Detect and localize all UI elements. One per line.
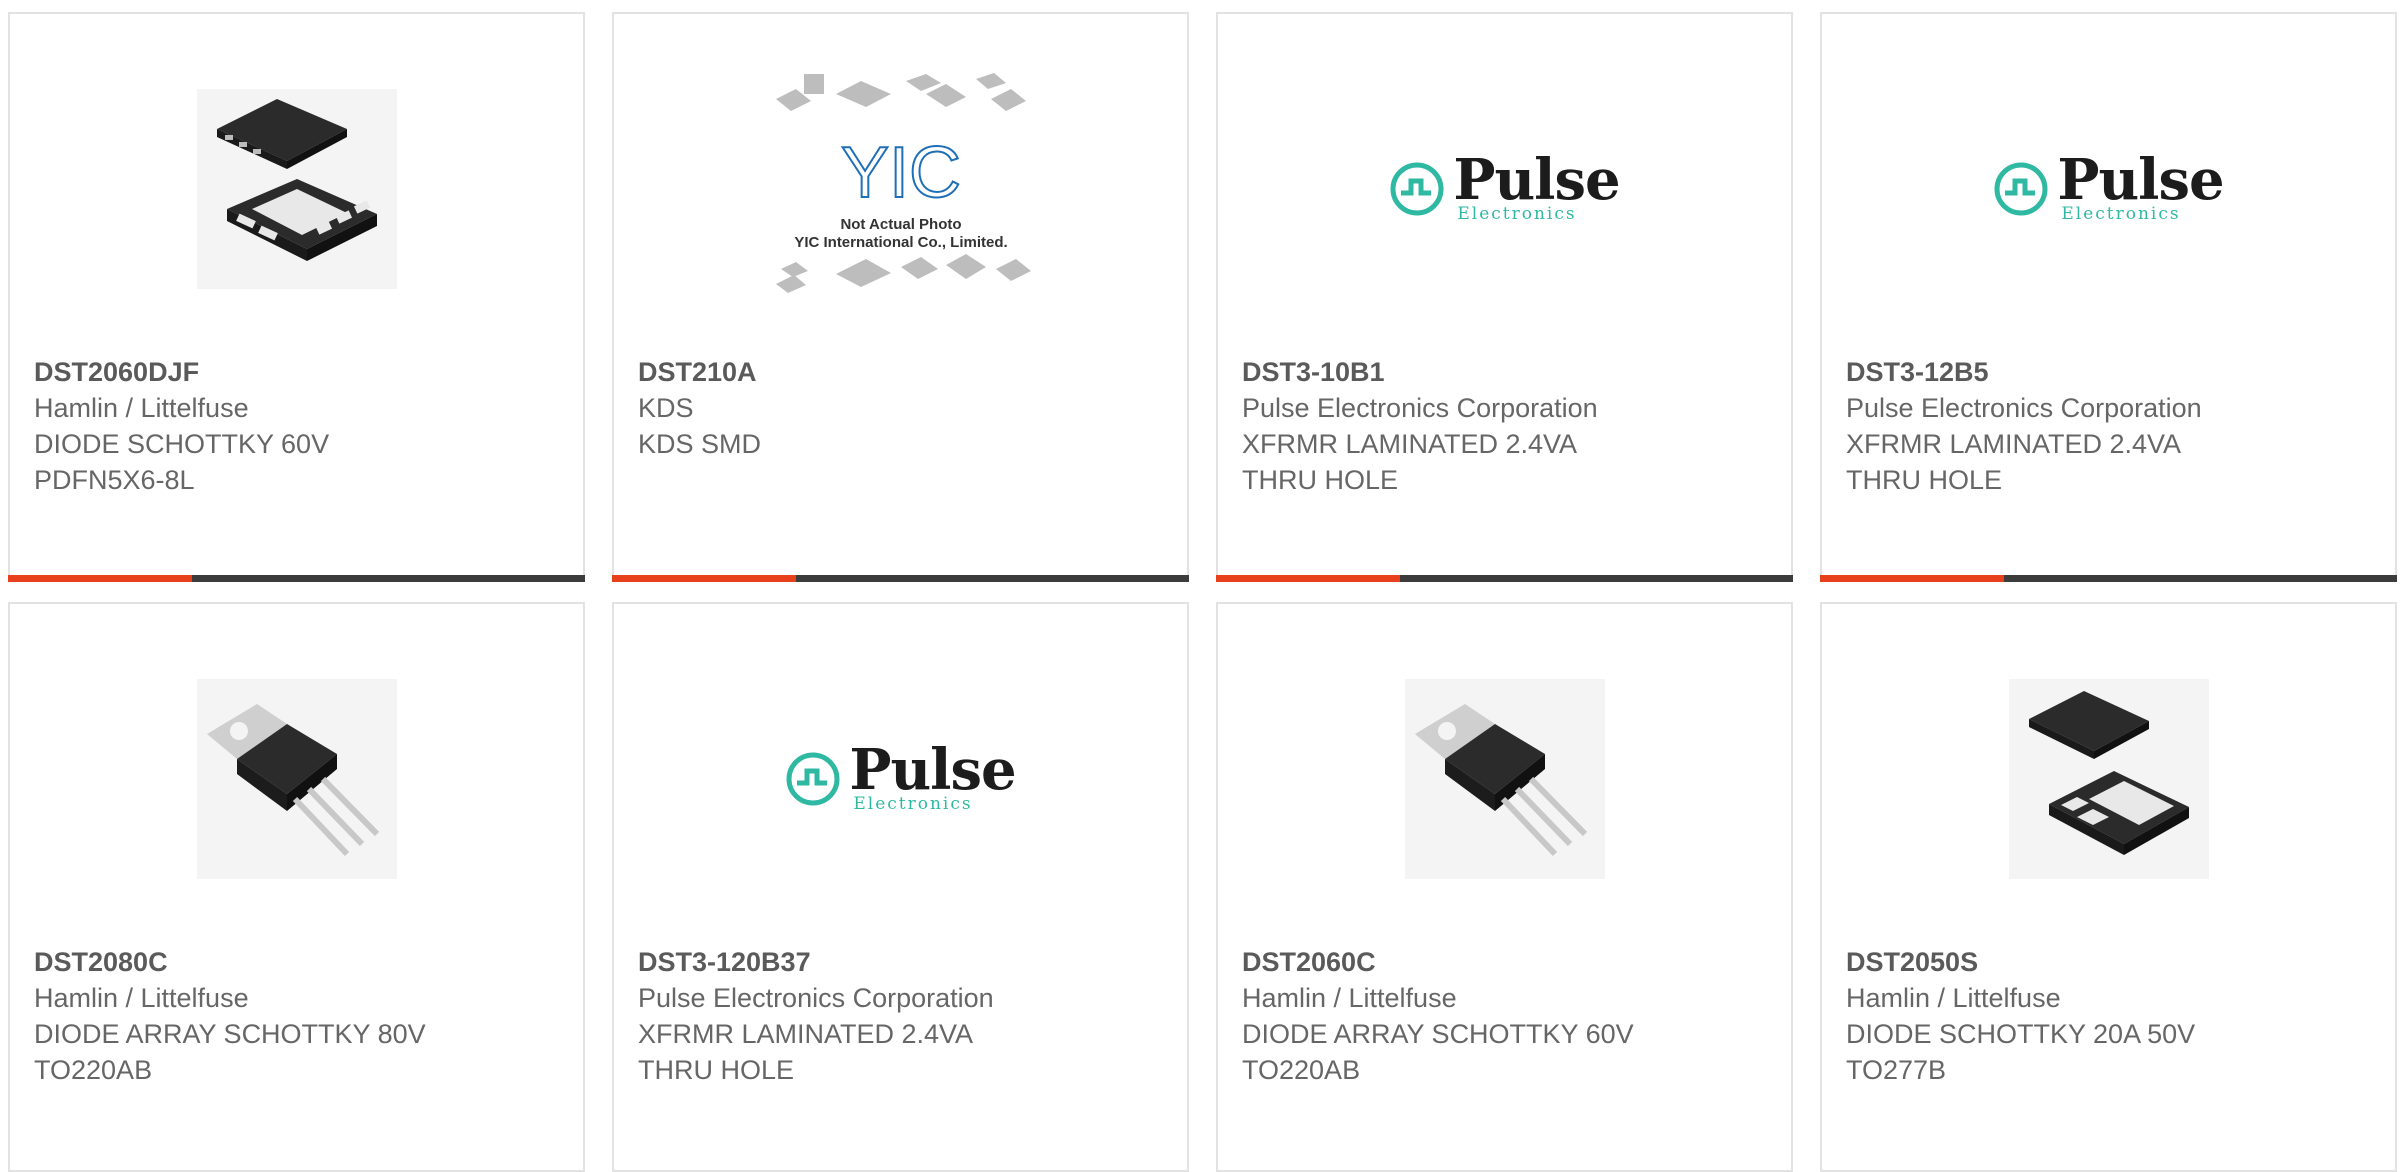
product-info: DST210A KDS KDS SMD (638, 354, 1167, 462)
description-line-2: TO220AB (1242, 1055, 1361, 1085)
product-image (10, 74, 583, 304)
product-card[interactable]: DST2050S Hamlin / Littelfuse DIODE SCHOT… (1820, 602, 2397, 1172)
description-line-2: THRU HOLE (1242, 465, 1399, 495)
description-line-1: XFRMR LAMINATED 2.4VA (638, 1019, 974, 1049)
yic-caption-1: Not Actual Photo (840, 216, 961, 233)
product-image (1822, 664, 2395, 894)
card-bar (612, 575, 1189, 582)
product-info: DST3-12B5 Pulse Electronics Corporation … (1846, 354, 2375, 498)
pulse-logo-main: Pulse (2057, 147, 2224, 213)
to277-package-icon (2008, 679, 2209, 879)
pulse-logo: Pulse Electronics (1993, 147, 2225, 224)
product-card[interactable]: Pulse Electronics DST3-120B37 Pulse Elec… (612, 602, 1189, 1172)
product-image (1218, 664, 1791, 894)
pdfn-package-icon (196, 89, 397, 289)
description-line-2: THRU HOLE (638, 1055, 795, 1085)
product-image: Pulse Electronics (1218, 74, 1791, 304)
part-number[interactable]: DST2060DJF (34, 354, 563, 390)
manufacturer: KDS (638, 393, 694, 423)
product-card[interactable]: DST2060C Hamlin / Littelfuse DIODE ARRAY… (1216, 602, 1793, 1172)
manufacturer: Pulse Electronics Corporation (1846, 393, 2202, 423)
description-line-1: DIODE SCHOTTKY 60V (34, 429, 330, 459)
manufacturer: Hamlin / Littelfuse (1242, 983, 1457, 1013)
product-card[interactable]: Pulse Electronics DST3-12B5 Pulse Electr… (1820, 12, 2397, 582)
product-info: DST2080C Hamlin / Littelfuse DIODE ARRAY… (34, 944, 563, 1088)
part-number[interactable]: DST210A (638, 354, 1167, 390)
manufacturer: Hamlin / Littelfuse (1846, 983, 2061, 1013)
manufacturer: Pulse Electronics Corporation (1242, 393, 1598, 423)
pulse-logo-main: Pulse (849, 737, 1016, 803)
manufacturer: Hamlin / Littelfuse (34, 983, 249, 1013)
pulse-logo-icon (1994, 162, 2048, 216)
manufacturer: Hamlin / Littelfuse (34, 393, 249, 423)
part-number[interactable]: DST2050S (1846, 944, 2375, 980)
pulse-logo-icon (786, 752, 840, 806)
product-info: DST2050S Hamlin / Littelfuse DIODE SCHOT… (1846, 944, 2375, 1088)
description-line-1: DIODE ARRAY SCHOTTKY 60V (1242, 1019, 1634, 1049)
pulse-logo: Pulse Electronics (785, 737, 1017, 814)
part-number[interactable]: DST3-12B5 (1846, 354, 2375, 390)
part-number[interactable]: DST2080C (34, 944, 563, 980)
card-bar (1216, 575, 1793, 582)
product-image: Pulse Electronics (1822, 74, 2395, 304)
yic-logo-text: YIC (840, 133, 960, 213)
description-line-2: TO220AB (34, 1055, 153, 1085)
product-card[interactable]: YIC Not Actual Photo YIC International C… (612, 12, 1189, 582)
card-bar-accent (1820, 575, 2004, 582)
pulse-logo-sub: Electronics (853, 794, 973, 814)
yic-placeholder-image: YIC Not Actual Photo YIC International C… (775, 73, 1031, 293)
pulse-logo: Pulse Electronics (1389, 147, 1621, 224)
description-line-1: KDS SMD (638, 429, 762, 459)
description-line-2: PDFN5X6-8L (34, 465, 195, 495)
card-bar-accent (612, 575, 796, 582)
card-bar (1820, 575, 2397, 582)
pulse-logo-sub: Electronics (1457, 204, 1577, 224)
product-card[interactable]: DST2080C Hamlin / Littelfuse DIODE ARRAY… (8, 602, 585, 1172)
to220-package-icon (1404, 679, 1605, 879)
product-info: DST3-120B37 Pulse Electronics Corporatio… (638, 944, 1167, 1088)
part-number[interactable]: DST3-10B1 (1242, 354, 1771, 390)
description-line-1: DIODE ARRAY SCHOTTKY 80V (34, 1019, 426, 1049)
product-image: YIC Not Actual Photo YIC International C… (614, 73, 1187, 304)
card-bar-accent (1216, 575, 1400, 582)
description-line-1: XFRMR LAMINATED 2.4VA (1846, 429, 2182, 459)
yic-caption-2: YIC International Co., Limited. (794, 234, 1007, 251)
to220-package-icon (196, 679, 397, 879)
part-number[interactable]: DST2060C (1242, 944, 1771, 980)
product-info: DST2060C Hamlin / Littelfuse DIODE ARRAY… (1242, 944, 1771, 1088)
part-number[interactable]: DST3-120B37 (638, 944, 1167, 980)
product-grid: DST2060DJF Hamlin / Littelfuse DIODE SCH… (8, 12, 2400, 1172)
product-info: DST3-10B1 Pulse Electronics Corporation … (1242, 354, 1771, 498)
product-info: DST2060DJF Hamlin / Littelfuse DIODE SCH… (34, 354, 563, 498)
description-line-1: DIODE SCHOTTKY 20A 50V (1846, 1019, 2196, 1049)
manufacturer: Pulse Electronics Corporation (638, 983, 994, 1013)
pulse-logo-icon (1390, 162, 1444, 216)
description-line-2: TO277B (1846, 1055, 1947, 1085)
card-bar-accent (8, 575, 192, 582)
product-image: Pulse Electronics (614, 664, 1187, 894)
pulse-logo-main: Pulse (1453, 147, 1620, 213)
product-card[interactable]: DST2060DJF Hamlin / Littelfuse DIODE SCH… (8, 12, 585, 582)
product-card[interactable]: Pulse Electronics DST3-10B1 Pulse Electr… (1216, 12, 1793, 582)
description-line-1: XFRMR LAMINATED 2.4VA (1242, 429, 1578, 459)
pulse-logo-sub: Electronics (2061, 204, 2181, 224)
description-line-2: THRU HOLE (1846, 465, 2003, 495)
card-bar (8, 575, 585, 582)
product-image (10, 664, 583, 894)
